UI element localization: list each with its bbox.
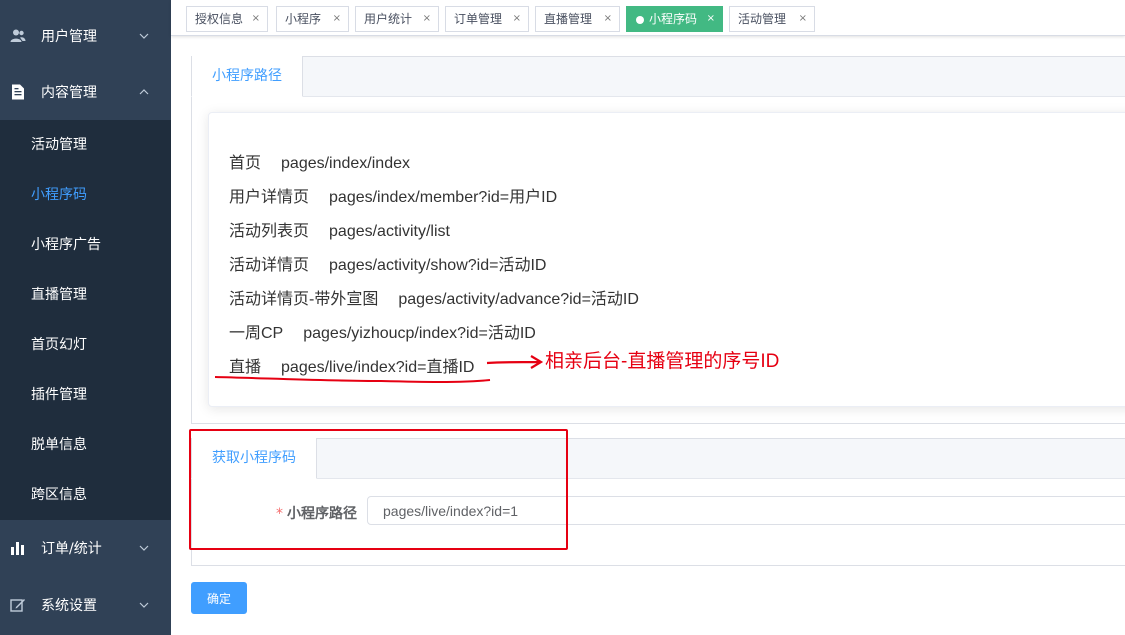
submenu-item-cross-region[interactable]: 跨区信息 [0,470,171,520]
path-value: pages/index/index [281,155,410,172]
path-name: 活动详情页-带外宣图 [229,291,379,308]
close-icon[interactable]: × [604,7,612,31]
chevron-down-icon [139,545,149,551]
tag-label: 小程序码 [649,12,698,26]
path-row: 活动列表页 pages/activity/list [229,217,450,241]
get-code-tab-header: 获取小程序码 [191,438,1125,479]
path-name: 活动详情页 [229,257,310,274]
submenu-content: 活动管理 小程序码 小程序广告 直播管理 首页幻灯 插件管理 脱单信息 跨区信息 [0,120,171,520]
menu-group-user-management[interactable]: 用户管理 [0,8,171,64]
submenu-item-activity[interactable]: 活动管理 [0,120,171,170]
path-row: 直播 pages/live/index?id=直播ID [229,353,474,377]
close-icon[interactable]: × [423,7,431,31]
path-value: pages/yizhoucp/index?id=活动ID [303,325,536,342]
submenu-item-plugins[interactable]: 插件管理 [0,370,171,420]
tag-label: 小程序 [285,12,322,26]
path-field-label-text: 小程序路径 [287,506,357,522]
tab-mini-program-path[interactable]: 小程序路径 [191,56,303,97]
menu-group-label: 系统设置 [41,598,97,614]
submenu-item-mini-program-code[interactable]: 小程序码 [0,170,171,220]
submenu-item-mini-program-ads[interactable]: 小程序广告 [0,220,171,270]
tag-label: 直播管理 [544,12,593,26]
tag-mini-program-code[interactable]: 小程序码 × [626,6,723,32]
path-row: 用户详情页 pages/index/member?id=用户ID [229,183,557,207]
required-mark: * [276,506,283,522]
path-value: pages/activity/list [329,223,450,240]
close-icon[interactable]: × [333,7,341,31]
tag-auth-info[interactable]: 授权信息 × [186,6,268,32]
path-name: 直播 [229,359,262,376]
close-icon[interactable]: × [513,7,521,31]
menu-group-system-settings[interactable]: 系统设置 [0,577,171,633]
document-icon [12,84,24,100]
user-icon [10,29,26,42]
paths-tab-header: 小程序路径 [191,56,1125,97]
menu-group-content-management[interactable]: 内容管理 [0,64,171,120]
chevron-down-icon [139,602,149,608]
tag-label: 授权信息 [195,12,244,26]
path-value: pages/activity/advance?id=活动ID [398,291,639,308]
path-input[interactable] [367,496,1125,525]
path-name: 一周CP [229,325,284,342]
tab-get-mini-program-code[interactable]: 获取小程序码 [191,438,317,479]
path-row: 首页 pages/index/index [229,149,410,173]
bar-chart-icon [11,542,24,555]
annotation-note: 相亲后台-直播管理的序号ID [545,351,780,372]
close-icon[interactable]: × [799,7,807,31]
tag-mini-program[interactable]: 小程序 × [276,6,349,32]
tags-view: 授权信息 × 小程序 × 用户统计 × 订单管理 × 直播管理 × 小程序码 × 活动管理 × [171,0,1125,36]
path-name: 首页 [229,155,262,172]
path-field-label: * 小程序路径 [276,503,357,523]
active-dot [636,16,644,24]
confirm-button[interactable]: 确定 [191,582,247,614]
tag-label: 订单管理 [454,12,503,26]
menu-group-label: 订单/统计 [41,541,102,557]
sidebar: 用户管理 内容管理 活动管理 小程序码 小程序广告 直播管理 首页幻灯 插件管理… [0,0,171,635]
tag-live-management[interactable]: 直播管理 × [535,6,620,32]
tag-activity-management[interactable]: 活动管理 × [729,6,815,32]
tag-label: 用户统计 [364,12,413,26]
get-code-card: 获取小程序码 * 小程序路径 [191,438,1125,566]
path-row: 活动详情页 pages/activity/show?id=活动ID [229,251,546,275]
submenu-item-live[interactable]: 直播管理 [0,270,171,320]
submenu-item-single-info[interactable]: 脱单信息 [0,420,171,470]
tag-order-management[interactable]: 订单管理 × [445,6,529,32]
chevron-up-icon [139,89,149,95]
chevron-down-icon [139,33,149,39]
submenu-item-home-slides[interactable]: 首页幻灯 [0,320,171,370]
close-icon[interactable]: × [252,7,260,31]
tag-user-stats[interactable]: 用户统计 × [355,6,439,32]
path-name: 用户详情页 [229,189,310,206]
edit-icon [10,599,25,612]
close-icon[interactable]: × [707,7,715,31]
path-row: 一周CP pages/yizhoucp/index?id=活动ID [229,319,536,343]
menu-group-label: 用户管理 [41,29,97,45]
path-value: pages/activity/show?id=活动ID [329,257,547,274]
tag-label: 活动管理 [738,12,787,26]
path-value: pages/index/member?id=用户ID [329,189,558,206]
menu-group-label: 内容管理 [41,85,97,101]
path-row: 活动详情页-带外宣图 pages/activity/advance?id=活动ID [229,285,639,309]
path-name: 活动列表页 [229,223,310,240]
path-value: pages/live/index?id=直播ID [281,359,475,376]
menu-group-orders-stats[interactable]: 订单/统计 [0,520,171,576]
